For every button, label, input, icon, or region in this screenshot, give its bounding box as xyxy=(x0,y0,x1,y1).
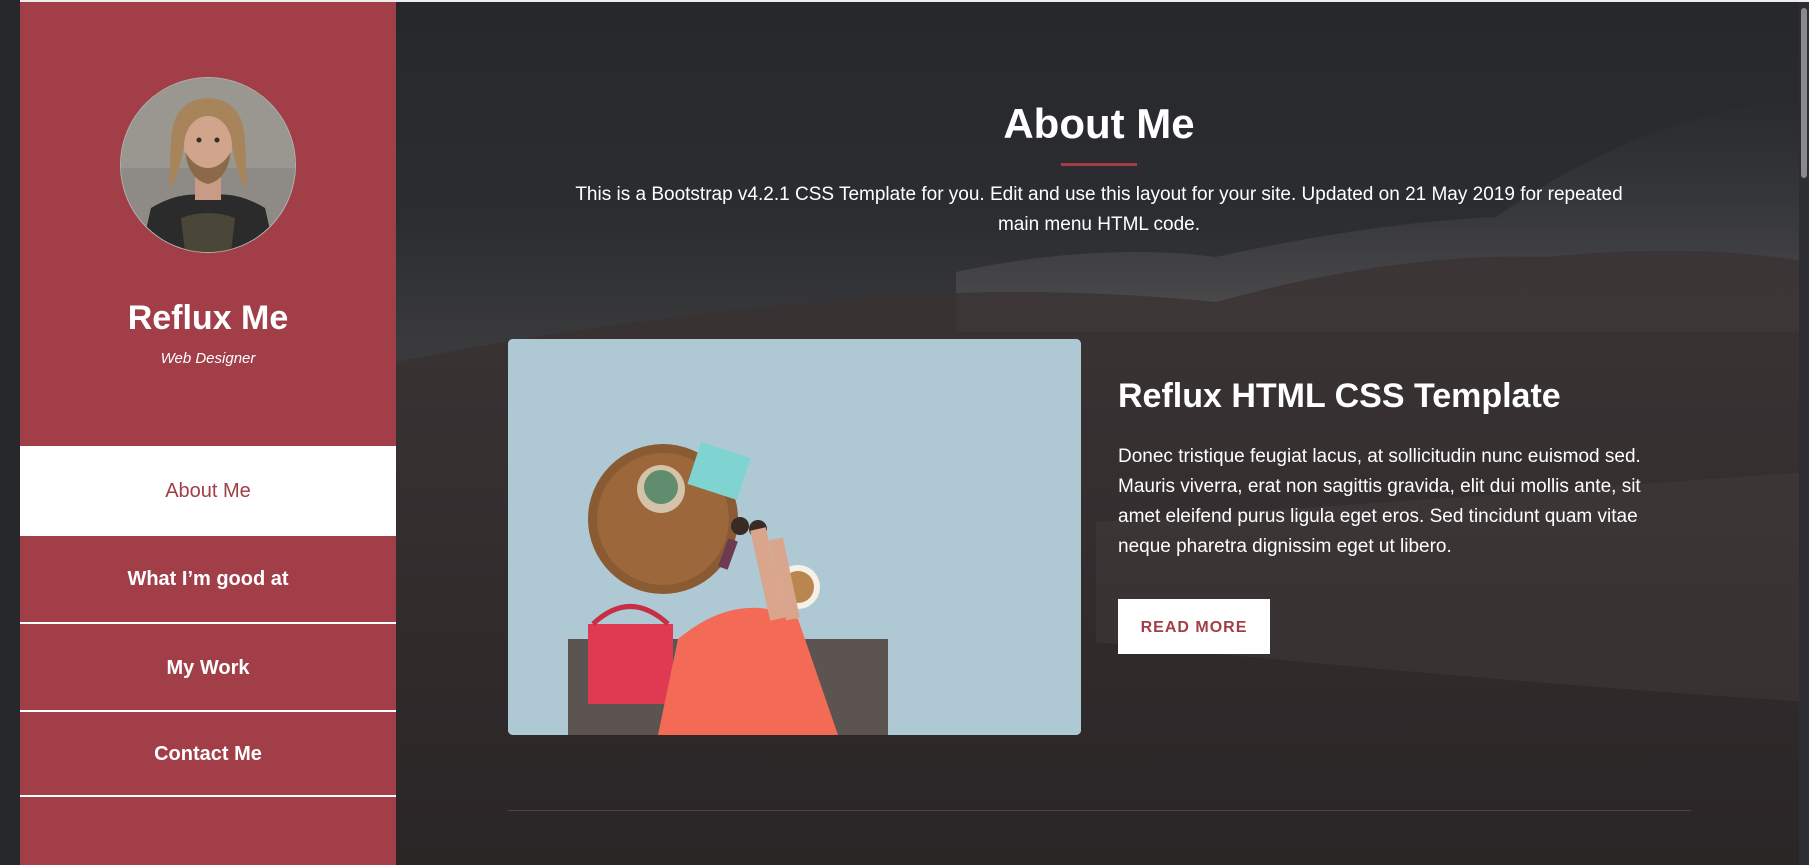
sidebar: Reflux Me Web Designer About Me What I’m… xyxy=(20,2,396,865)
read-more-button[interactable]: READ MORE xyxy=(1118,599,1270,654)
nav-item-my-work[interactable]: My Work xyxy=(20,624,396,712)
left-edge xyxy=(0,0,20,865)
title-underline xyxy=(1061,163,1137,166)
nav-item-what-im-good-at[interactable]: What I’m good at xyxy=(20,536,396,624)
nav-item-about-me[interactable]: About Me xyxy=(20,446,396,536)
intro-text: This is a Bootstrap v4.2.1 CSS Template … xyxy=(575,184,1623,235)
feature-photo-icon xyxy=(508,339,1081,735)
main-nav: About Me What I’m good at My Work Contac… xyxy=(20,446,396,797)
scrollbar-thumb[interactable] xyxy=(1801,8,1807,178)
profile-photo-icon xyxy=(121,78,295,252)
page-title: About Me xyxy=(1003,100,1195,147)
nav-item-contact-me[interactable]: Contact Me xyxy=(20,712,396,797)
feature-image xyxy=(508,339,1081,735)
avatar xyxy=(120,77,296,253)
main-content: About Me This is a Bootstrap v4.2.1 CSS … xyxy=(396,2,1809,865)
feature-title: Reflux HTML CSS Template xyxy=(1118,377,1561,415)
page: Reflux Me Web Designer About Me What I’m… xyxy=(0,0,1809,865)
site-name: Reflux Me xyxy=(127,299,289,337)
section-divider xyxy=(508,810,1691,811)
site-role: Web Designer xyxy=(160,350,256,367)
feature-text: Donec tristique feugiat lacus, at sollic… xyxy=(1118,446,1641,557)
